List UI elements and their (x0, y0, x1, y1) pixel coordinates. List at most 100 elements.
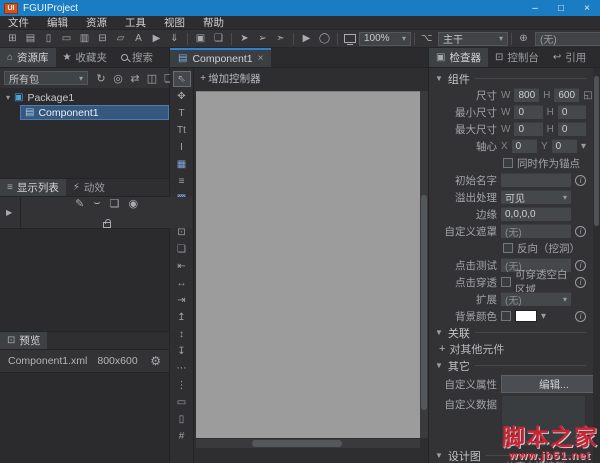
hscroll-thumb[interactable] (252, 440, 342, 447)
same-width-icon[interactable]: ▭ (173, 394, 191, 410)
input-text-tool[interactable]: I (173, 139, 191, 155)
close-button[interactable]: × (574, 0, 600, 16)
custom-mask-field[interactable]: (无) (501, 224, 571, 239)
new-progressbar-icon[interactable]: ▱ (112, 31, 129, 46)
edit-popup-icon[interactable]: ✎ (575, 434, 583, 445)
new-text-icon[interactable]: A (130, 31, 147, 46)
chevron-down-icon[interactable]: ▾ (541, 311, 546, 322)
display-list-well[interactable] (0, 228, 169, 331)
branch-select[interactable]: 主干 ▾ (438, 31, 508, 46)
section-component[interactable]: ▼ 组件 (435, 71, 586, 86)
bg-color-swatch[interactable] (515, 310, 537, 322)
split-view-icon[interactable]: ◫ (145, 72, 159, 85)
tab-inspector[interactable]: ▣ 检查器 (429, 48, 488, 67)
maximize-button[interactable]: □ (548, 0, 574, 16)
publish-all-icon[interactable]: ➢ (254, 31, 271, 46)
menu-file[interactable]: 文件 (8, 15, 29, 30)
new-package-icon[interactable]: ⊞ (4, 31, 21, 46)
align-left-icon[interactable]: ⇤ (173, 258, 191, 274)
grid-icon[interactable]: # (173, 428, 191, 444)
save-all-icon[interactable]: ❏ (210, 31, 227, 46)
min-width-field[interactable]: 0 (514, 105, 543, 119)
max-height-field[interactable]: 0 (557, 122, 586, 136)
refresh-icon[interactable]: ↻ (94, 72, 108, 85)
tab-search[interactable]: 搜索 (114, 48, 160, 67)
zoom-select[interactable]: 100% ▾ (359, 31, 411, 46)
info-icon[interactable]: i (575, 174, 586, 186)
list-tool[interactable]: ≡ (173, 173, 191, 189)
info-icon[interactable]: i (575, 225, 586, 237)
vertical-scrollbar[interactable] (420, 91, 428, 438)
vscroll-thumb[interactable] (421, 195, 427, 411)
swap-icon[interactable]: ⇄ (128, 72, 142, 85)
same-height-icon[interactable]: ▯ (173, 411, 191, 427)
new-combobox-icon[interactable]: ▥ (76, 31, 93, 46)
margin-field[interactable]: 0,0,0,0 (501, 207, 571, 221)
new-component-icon[interactable]: ▤ (22, 31, 39, 46)
clone-icon[interactable]: ❏ (110, 197, 120, 210)
tab-component1[interactable]: ▤ Component1 × (170, 48, 272, 67)
tab-console[interactable]: ⊡ 控制台 (488, 48, 546, 67)
gear-icon[interactable]: ⚙ (150, 354, 161, 368)
edit-icon[interactable]: ✎ (75, 197, 84, 210)
richtext-tool[interactable]: Tt (173, 122, 191, 138)
anchor-checkbox[interactable] (503, 158, 513, 168)
import-resource-icon[interactable]: ⇓ (166, 31, 183, 46)
save-icon[interactable]: ▣ (192, 31, 209, 46)
tab-display-list[interactable]: ≡ 显示列表 (0, 179, 66, 196)
bg-color-checkbox[interactable] (501, 311, 511, 321)
publish-settings-icon[interactable]: ➣ (272, 31, 289, 46)
close-tab-icon[interactable]: × (258, 53, 264, 64)
info-icon[interactable]: i (575, 276, 586, 288)
fullscreen-size-icon[interactable]: ◱ (583, 90, 592, 101)
new-slider-icon[interactable]: ⊟ (94, 31, 111, 46)
tab-motion[interactable]: ⚡ 动效 (66, 179, 112, 196)
inspector-scrollbar[interactable] (593, 68, 600, 463)
tab-favorites[interactable]: ★ 收藏夹 (56, 48, 114, 67)
section-relations[interactable]: ▼ 关联 (435, 325, 586, 340)
tree-item-package1[interactable]: ▾ ▣ Package1 (0, 90, 169, 105)
initial-name-field[interactable] (501, 173, 571, 187)
overflow-select[interactable]: 可见 ▾ (501, 190, 571, 205)
menu-resource[interactable]: 资源 (86, 15, 107, 30)
align-middle-v-icon[interactable]: ↕ (173, 326, 191, 342)
expand-arrow-icon[interactable]: ▶ (6, 208, 12, 217)
edit-custom-props-button[interactable]: 编辑... (501, 375, 600, 393)
curve-icon[interactable]: ⌣ (93, 197, 100, 210)
minimize-button[interactable]: – (522, 0, 548, 16)
publish-icon[interactable]: ➤ (236, 31, 253, 46)
language-field[interactable]: (无) (535, 31, 600, 46)
info-icon[interactable]: i (575, 310, 586, 322)
add-relation-button[interactable]: + 对其他元件 (435, 341, 586, 357)
tree-item-component1[interactable]: ▤ Component1 (20, 105, 169, 120)
add-controller-button[interactable]: 增加控制器 (208, 71, 261, 86)
play-icon[interactable]: ▶ (298, 31, 315, 46)
extension-select[interactable]: (无) ▾ (501, 292, 571, 307)
visible-icon[interactable]: ◉ (129, 197, 139, 210)
new-button-icon[interactable]: ▭ (58, 31, 75, 46)
package-filter-select[interactable]: 所有包 ▾ (4, 71, 88, 86)
tab-references[interactable]: ↩ 引用 (546, 48, 593, 67)
new-movieclip-icon[interactable]: ▶ (148, 31, 165, 46)
hand-tool[interactable]: ✥ (173, 88, 191, 104)
section-other[interactable]: ▼ 其它 (435, 358, 586, 373)
test-icon[interactable]: ◯ (316, 31, 333, 46)
menu-help[interactable]: 帮助 (203, 15, 224, 30)
align-top-icon[interactable]: ↥ (173, 309, 191, 325)
info-icon[interactable]: i (575, 259, 586, 271)
pivot-y-field[interactable]: 0 (551, 139, 577, 153)
tab-preview[interactable]: ⊡ 预览 (0, 332, 48, 349)
menu-edit[interactable]: 编辑 (47, 15, 68, 30)
lock-icon[interactable] (102, 219, 111, 228)
expander-icon[interactable]: ▾ (6, 93, 10, 102)
menu-tools[interactable]: 工具 (125, 15, 146, 30)
tab-assets[interactable]: ⌂ 资源库 (0, 48, 56, 67)
component-tool[interactable]: ❏ (173, 241, 191, 257)
align-right-icon[interactable]: ⇥ (173, 292, 191, 308)
inspector-scroll-thumb[interactable] (594, 76, 599, 226)
select-tool[interactable]: ⇖ (172, 71, 191, 87)
pivot-x-field[interactable]: 0 (511, 139, 537, 153)
distribute-v-icon[interactable]: ⋮ (173, 377, 191, 393)
height-field[interactable]: 600 (554, 88, 580, 102)
locate-icon[interactable]: ◎ (111, 72, 125, 85)
